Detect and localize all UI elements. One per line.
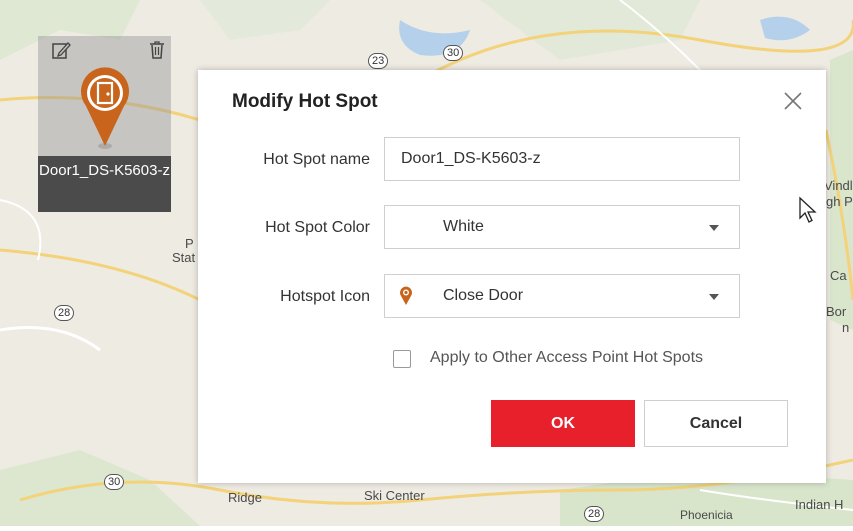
close-icon[interactable] xyxy=(782,90,804,112)
map-label-indian: Indian H xyxy=(795,497,844,512)
map-label-ski-center: Ski Center xyxy=(364,488,425,503)
route-marker-28-bottom: 28 xyxy=(584,506,605,522)
hotspot-caption: Door1_DS-K5603-z xyxy=(38,156,171,212)
chevron-down-icon xyxy=(709,225,719,231)
edit-icon[interactable] xyxy=(51,40,71,60)
hot-spot-name-value: Door1_DS-K5603-z xyxy=(401,150,541,167)
map-label-right-top-2: gh P xyxy=(826,194,853,209)
chevron-down-icon xyxy=(709,294,719,300)
mouse-pointer-icon xyxy=(799,196,817,223)
map-label-right-mid-1: Ca xyxy=(830,268,847,283)
route-marker-30-bottom: 30 xyxy=(104,474,125,490)
route-marker-28-left: 28 xyxy=(54,305,75,321)
map-label-stat: Stat xyxy=(172,250,196,265)
route-marker-30-top: 30 xyxy=(443,45,464,61)
route-marker-23: 23 xyxy=(368,53,389,69)
map-label-phoenicia: Phoenicia xyxy=(680,508,733,522)
ok-button[interactable]: OK xyxy=(491,400,635,447)
apply-to-others-checkbox[interactable] xyxy=(393,350,411,368)
hot-spot-color-select[interactable]: White xyxy=(384,205,740,249)
hotspot-icon-value: Close Door xyxy=(443,287,524,304)
door-hotspot-pin-icon[interactable] xyxy=(78,66,132,150)
map-label-ridge: Ridge xyxy=(228,490,262,505)
hot-spot-color-value: White xyxy=(443,218,484,235)
map-label-p: P xyxy=(185,236,194,251)
apply-to-others-label: Apply to Other Access Point Hot Spots xyxy=(430,349,704,366)
hot-spot-color-label: Hot Spot Color xyxy=(265,219,370,236)
map-label-right-top-1: Vindl xyxy=(824,178,853,193)
map-label-right-mid-3: n xyxy=(842,320,850,335)
hot-spot-name-input[interactable]: Door1_DS-K5603-z xyxy=(384,137,740,181)
delete-icon[interactable] xyxy=(147,40,167,60)
hot-spot-name-label: Hot Spot name xyxy=(263,151,370,168)
modify-hot-spot-dialog: Modify Hot Spot Hot Spot name Door1_DS-K… xyxy=(198,70,826,483)
door-pin-icon xyxy=(400,286,412,305)
hotspot-icon-select[interactable]: Close Door xyxy=(384,274,740,318)
hotspot-icon-label: Hotspot Icon xyxy=(280,288,370,305)
map-hotspot[interactable]: Door1_DS-K5603-z xyxy=(38,36,171,212)
cancel-button[interactable]: Cancel xyxy=(644,400,788,447)
map-label-right-mid-2: Bor xyxy=(826,304,847,319)
dialog-title: Modify Hot Spot xyxy=(232,91,378,112)
